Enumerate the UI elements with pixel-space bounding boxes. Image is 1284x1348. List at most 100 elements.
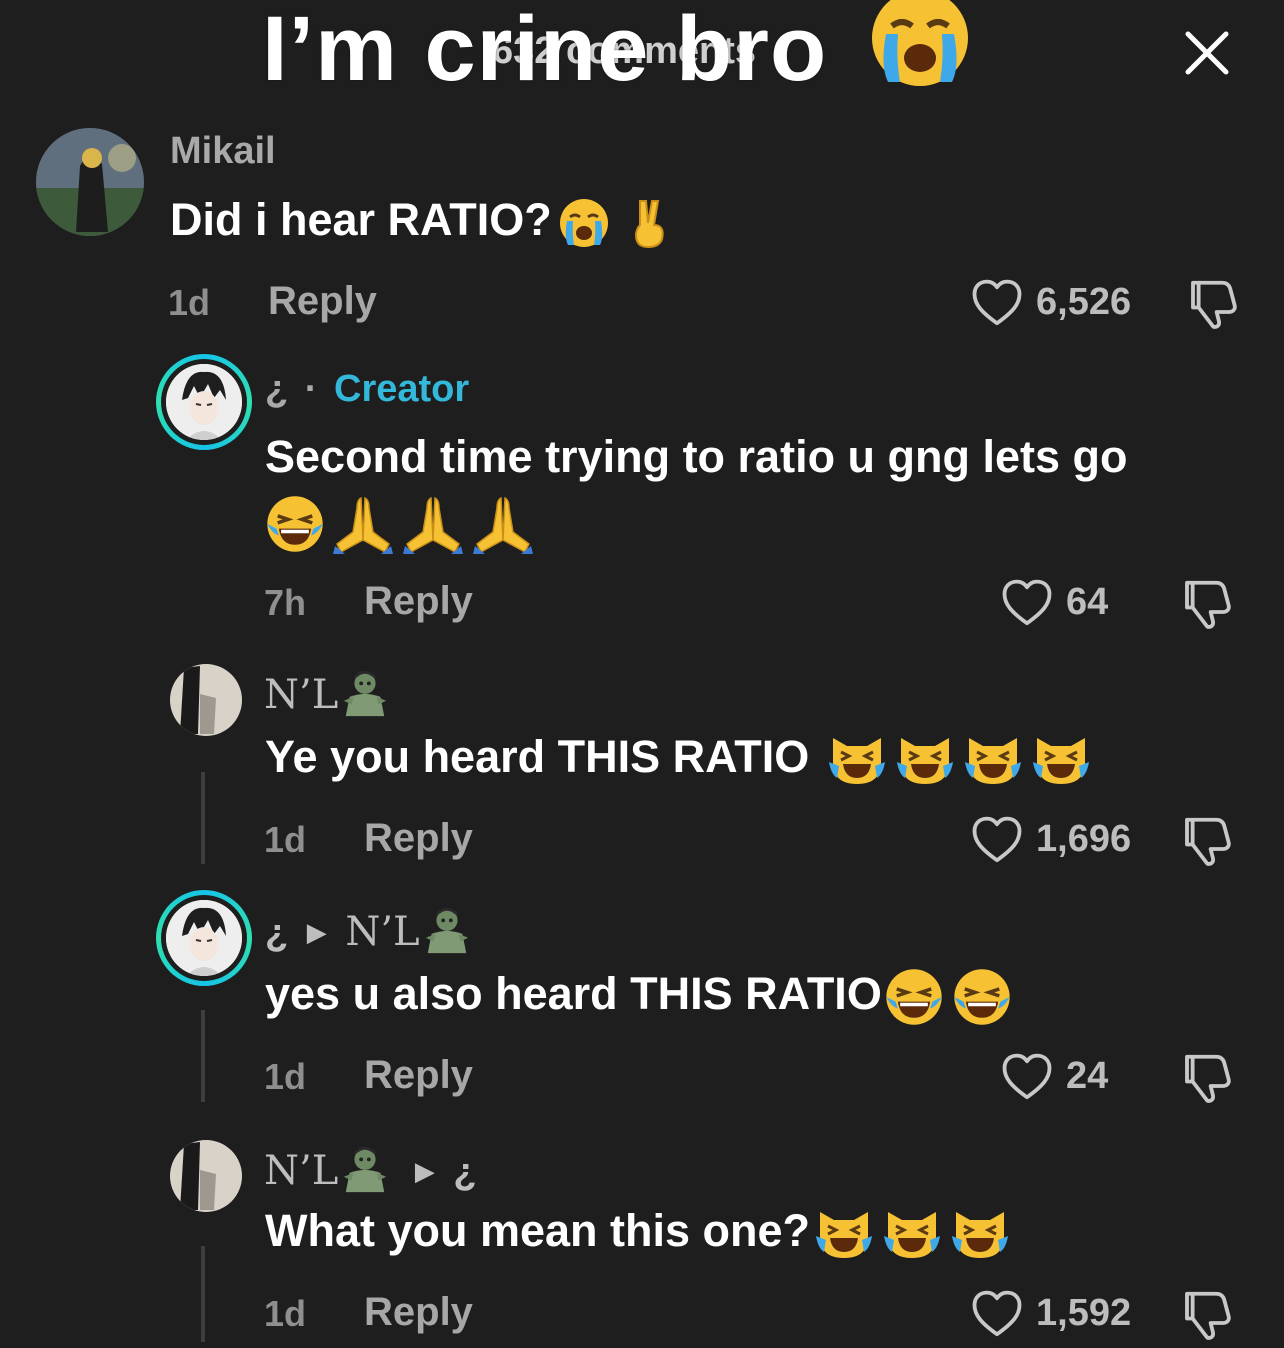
like-count: 1,696 [1036,818,1132,860]
comment-text-content: What you mean this one? [265,1205,811,1256]
heart-icon [970,1287,1024,1341]
cat-with-tears-of-joy-icon [827,732,887,788]
heart-icon [970,276,1024,330]
comment-text-content: Did i hear RATIO? [170,194,552,245]
zombie-icon [340,1144,390,1194]
comment-time: 1d [264,1293,307,1334]
comment-text-content: Second time trying to ratio u gng lets g… [265,431,1128,482]
like-button[interactable] [1000,576,1054,630]
avatar-image [170,1140,242,1212]
reply-button[interactable]: Reply [364,1053,473,1098]
avatar[interactable] [170,664,242,736]
reply-arrow-icon: ▶ [306,917,327,947]
comment-username[interactable]: ¿ [265,368,288,410]
thread-line [201,1010,205,1102]
avatar-image [36,128,144,236]
anime-character-image [166,364,242,440]
loudly-crying-face-icon [868,0,972,90]
zombie-icon [340,668,390,718]
folded-hands-icon [401,492,465,556]
comment-time: 1d [264,1056,307,1097]
creator-avatar[interactable] [156,890,252,986]
loudly-crying-face-icon [558,197,610,249]
reply-to-username[interactable]: ¿ [453,1151,476,1193]
dislike-icon [1184,276,1238,330]
creator-avatar[interactable] [156,354,252,450]
face-with-tears-of-joy-icon [952,967,1012,1027]
like-count: 64 [1066,581,1109,623]
close-icon [1185,31,1229,75]
separator-dot: · [304,368,318,410]
video-caption-overlay: I’m crine bro [262,0,972,102]
cat-with-tears-of-joy-icon [963,732,1023,788]
comment-header: ¿ · Creator [265,368,469,411]
comment-text: Ye you heard THIS RATIO [265,725,1091,789]
comment-text-content: yes u also heard THIS RATIO [265,968,882,1019]
reply-button[interactable]: Reply [364,816,473,861]
dislike-icon [1178,576,1232,630]
dislike-icon [1178,1287,1232,1341]
cat-with-tears-of-joy-icon [895,732,955,788]
comment-text: Did i hear RATIO? [170,188,676,252]
dislike-button[interactable] [1178,1287,1232,1341]
comment-header: N’L ▶ ¿ [264,1144,477,1194]
folded-hands-icon [471,492,535,556]
avatar-image [170,664,242,736]
comment-text: yes u also heard THIS RATIO [265,962,1012,1027]
creator-badge: Creator [334,368,470,410]
dislike-icon [1178,813,1232,867]
comment-username[interactable]: N’L [264,672,338,718]
comment-time: 7h [264,582,307,623]
dislike-button[interactable] [1178,813,1232,867]
avatar[interactable] [36,128,144,236]
reply-button[interactable]: Reply [364,579,473,624]
like-count: 24 [1066,1055,1109,1097]
face-with-tears-of-joy-icon [884,967,944,1027]
victory-hand-icon [624,197,676,249]
dislike-button[interactable] [1184,276,1238,330]
dislike-button[interactable] [1178,576,1232,630]
overlay-caption-text: I’m crine bro [262,0,828,100]
anime-character-image [166,900,242,976]
reply-button[interactable]: Reply [364,1290,473,1335]
comment-text: Second time trying to ratio u gng lets g… [265,425,1225,556]
cat-with-tears-of-joy-icon [1031,732,1091,788]
like-button[interactable] [970,813,1024,867]
reply-arrow-icon: ▶ [414,1156,435,1186]
folded-hands-icon [331,492,395,556]
dislike-button[interactable] [1178,1050,1232,1104]
face-with-tears-of-joy-icon [265,494,325,554]
avatar-ring-inner [161,895,247,981]
reply-to-username[interactable]: N’L [345,909,419,955]
cat-with-tears-of-joy-icon [814,1206,874,1262]
avatar-image [166,900,242,976]
heart-icon [970,813,1024,867]
comment-username[interactable]: N’L [264,1148,338,1194]
zombie-icon [422,905,472,955]
cat-with-tears-of-joy-icon [950,1206,1010,1262]
close-button[interactable] [1180,26,1234,80]
avatar[interactable] [170,1140,242,1212]
like-count: 6,526 [1036,281,1132,323]
comment-header: ¿ ▶ N’L [265,905,472,955]
like-button[interactable] [970,1287,1024,1341]
cat-with-tears-of-joy-icon [882,1206,942,1262]
comment-header: N’L [264,668,390,718]
thread-line [201,772,205,864]
avatar-ring-inner [161,359,247,445]
comment-time: 1d [168,282,211,323]
heart-icon [1000,576,1054,630]
comment-text: What you mean this one? [265,1199,1010,1263]
like-button[interactable] [970,276,1024,330]
comment-username[interactable]: ¿ [265,912,288,954]
comment-time: 1d [264,819,307,860]
like-button[interactable] [1000,1050,1054,1104]
heart-icon [1000,1050,1054,1104]
thread-line [201,1246,205,1342]
reply-button[interactable]: Reply [268,279,377,324]
avatar-image [166,364,242,440]
comment-text-content: Ye you heard THIS RATIO [265,731,810,782]
like-count: 1,592 [1036,1292,1132,1334]
dislike-icon [1178,1050,1232,1104]
comment-username[interactable]: Mikail [170,130,276,173]
